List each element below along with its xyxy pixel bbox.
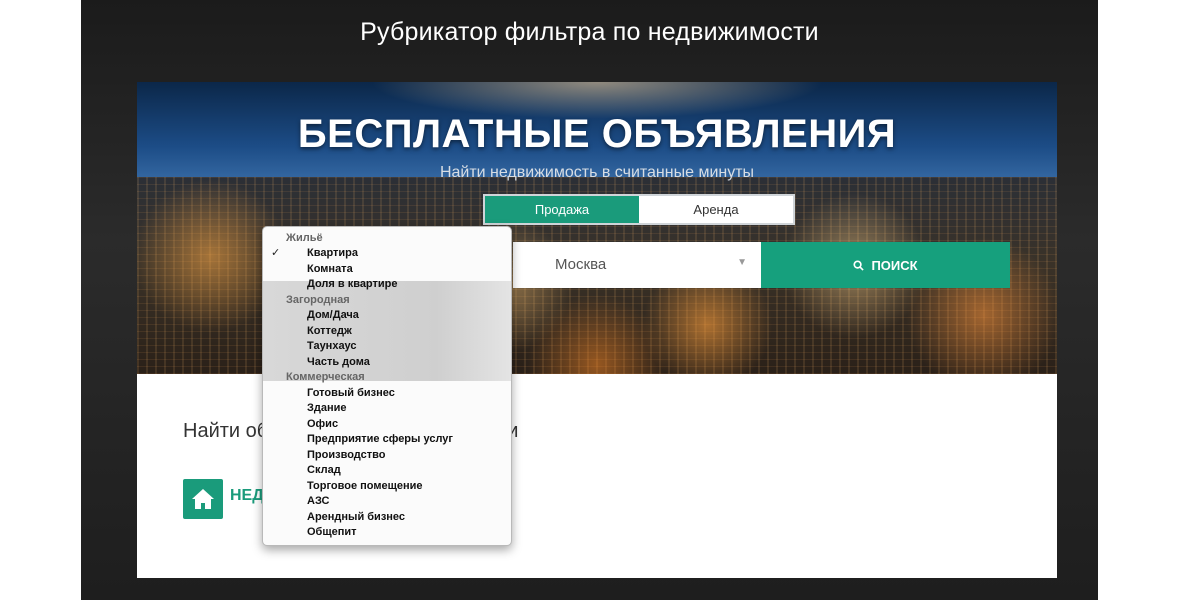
group-label-housing: Жильё (286, 232, 323, 244)
option-cottage[interactable]: Коттедж (307, 324, 555, 339)
property-type-dropdown[interactable]: Жильё ✓ Квартира Комната Доля в квартире… (262, 226, 512, 546)
tab-rent[interactable]: Аренда (639, 196, 793, 223)
group-label-commercial: Коммерческая (286, 371, 365, 383)
presentation-frame: Рубрикатор фильтра по недвижимости БЕСПЛ… (81, 0, 1098, 600)
option-apartment[interactable]: ✓ Квартира (263, 246, 511, 261)
hero-title: БЕСПЛАТНЫЕ ОБЪЯВЛЕНИЯ (297, 112, 897, 156)
option-office[interactable]: Офис (307, 417, 555, 432)
tab-sale[interactable]: Продажа (485, 196, 639, 223)
section-title-visible: Найти об (183, 420, 269, 442)
city-select-value: Москва (555, 256, 607, 273)
option-gas-station[interactable]: АЗС (307, 494, 555, 509)
option-house-part[interactable]: Часть дома (307, 355, 555, 370)
option-apartment-share[interactable]: Доля в квартире (307, 277, 555, 292)
checkmark-icon: ✓ (271, 247, 281, 259)
option-ready-business[interactable]: Готовый бизнес (307, 386, 555, 401)
deal-type-tabs: Продажа Аренда (483, 194, 795, 225)
option-production[interactable]: Производство (307, 448, 555, 463)
option-building[interactable]: Здание (307, 401, 555, 416)
category-label[interactable]: НЕД (230, 487, 264, 505)
search-icon (853, 259, 865, 271)
option-catering[interactable]: Общепит (307, 525, 555, 540)
option-warehouse[interactable]: Склад (307, 463, 555, 478)
search-button[interactable]: ПОИСК (761, 242, 1010, 288)
option-house[interactable]: Дом/Дача (307, 308, 555, 323)
group-label-country: Загородная (286, 294, 350, 306)
option-retail[interactable]: Торговое помещение (307, 479, 555, 494)
slide-title: Рубрикатор фильтра по недвижимости (360, 18, 819, 46)
hero-subtitle: Найти недвижимость в считанные минуты (439, 164, 755, 181)
house-icon[interactable] (183, 479, 223, 519)
search-button-label: ПОИСК (871, 257, 918, 273)
option-service-enterprise[interactable]: Предприятие сферы услуг (307, 432, 555, 447)
chevron-down-icon: ▼ (737, 257, 747, 268)
option-rental-business[interactable]: Арендный бизнес (307, 510, 555, 525)
option-room[interactable]: Комната (307, 262, 555, 277)
option-townhouse[interactable]: Таунхаус (307, 339, 555, 354)
